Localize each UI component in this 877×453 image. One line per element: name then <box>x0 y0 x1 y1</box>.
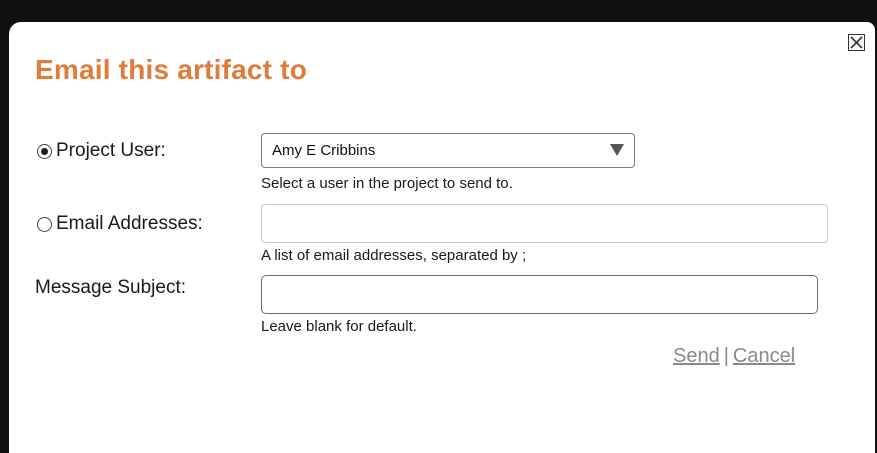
email-addresses-radio[interactable] <box>37 216 52 232</box>
message-subject-label: Message Subject: <box>35 277 187 298</box>
caret-down-icon <box>610 144 624 156</box>
project-user-selected-value: Amy E Cribbins <box>272 142 376 159</box>
project-user-option[interactable]: Project User: <box>37 140 166 162</box>
email-addresses-label: Email Addresses: <box>56 213 203 234</box>
email-addresses-option[interactable]: Email Addresses: <box>37 213 203 235</box>
message-subject-row: Message Subject: <box>35 277 186 299</box>
message-subject-hint: Leave blank for default. <box>261 318 417 335</box>
action-separator: | <box>723 345 729 367</box>
email-addresses-input[interactable] <box>261 204 828 243</box>
message-subject-input[interactable] <box>261 275 818 314</box>
cancel-link[interactable]: Cancel <box>733 345 795 367</box>
dialog-actions: Send | Cancel <box>673 345 795 368</box>
project-user-select[interactable]: Amy E Cribbins <box>261 133 635 168</box>
project-user-label: Project User: <box>56 140 166 161</box>
project-user-radio[interactable] <box>37 143 52 159</box>
project-user-hint: Select a user in the project to send to. <box>261 175 513 192</box>
close-icon <box>850 36 863 49</box>
email-artifact-dialog: Email this artifact to Project User: Amy… <box>9 22 875 453</box>
dialog-title: Email this artifact to <box>35 54 308 85</box>
radio-selected-dot <box>41 147 48 155</box>
close-button[interactable] <box>848 34 865 51</box>
send-link[interactable]: Send <box>673 345 720 367</box>
email-addresses-hint: A list of email addresses, separated by … <box>261 247 527 264</box>
